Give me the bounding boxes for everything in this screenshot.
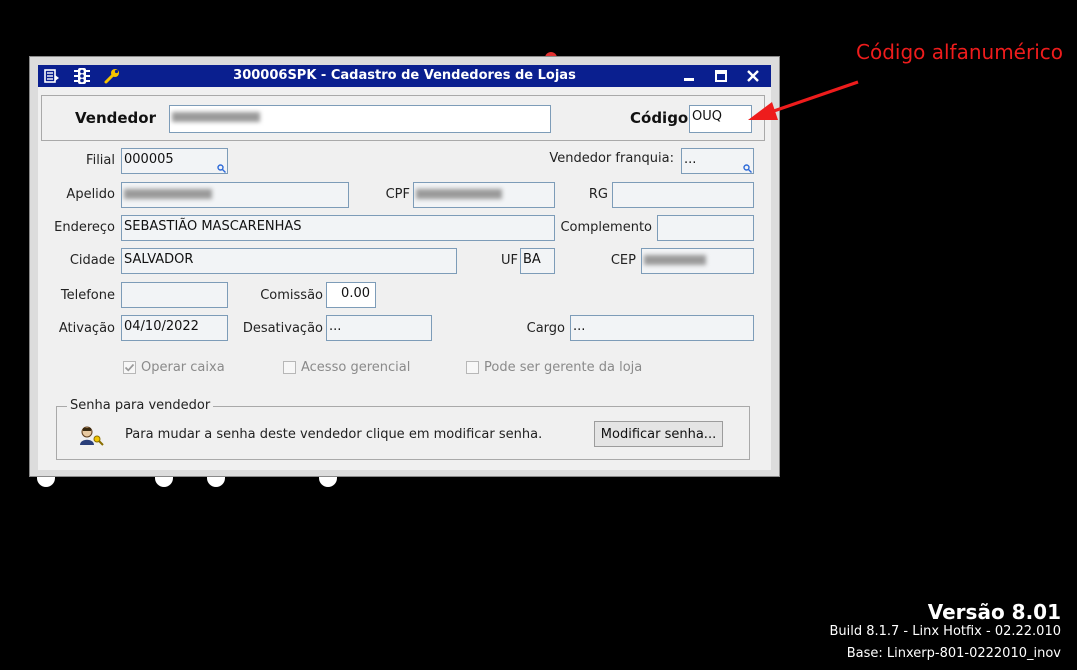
minimize-button[interactable] [677,66,701,86]
redacted-value [172,111,260,122]
modify-password-button[interactable]: Modificar senha... [594,421,723,447]
vendedor-franquia-value: ... [684,152,697,167]
cpf-field[interactable] [413,182,555,208]
ativacao-field[interactable]: 04/10/2022 [121,315,228,341]
cidade-label: Cidade [69,253,115,268]
redacted-value [644,254,706,265]
checkbox-checked-icon[interactable] [123,361,136,374]
comissao-label: Comissão [260,288,323,303]
redacted-value [416,188,502,199]
password-instructions: Para mudar a senha deste vendedor clique… [125,427,543,442]
password-group-legend: Senha para vendedor [67,398,214,413]
gerente-loja-label: Pode ser gerente da loja [484,360,643,375]
telefone-field[interactable] [121,282,228,308]
comissao-field[interactable]: 0.00 [326,282,376,308]
maximize-button[interactable] [709,66,733,86]
annotation-arrow-icon [748,80,859,120]
vendedor-name-field[interactable] [169,105,551,133]
apelido-label: Apelido [66,187,115,202]
build-label: Build 8.1.7 - Linx Hotfix - 02.22.010 [829,624,1061,639]
filial-value: 000005 [124,152,174,167]
vendor-registration-window: 300006SPK - Cadastro de Vendedores de Lo… [29,56,780,477]
annotation-text: Código alfanumérico [856,40,1064,64]
vendedor-label: Vendedor [75,109,156,127]
telefone-label: Telefone [60,288,115,303]
key-user-icon [78,423,104,451]
cargo-label: Cargo [526,321,565,336]
lookup-icon[interactable] [743,164,752,173]
gerente-loja-checkbox[interactable]: Pode ser gerente da loja [466,360,642,375]
window-title: 300006SPK - Cadastro de Vendedores de Lo… [233,68,576,83]
uf-label: UF [501,253,518,268]
title-bar[interactable]: 300006SPK - Cadastro de Vendedores de Lo… [38,65,771,87]
form-content: Vendedor Código OUQ Filial 000005 Vended… [38,87,771,470]
vendedor-franquia-field[interactable]: ... [681,148,754,174]
background-dot [207,477,225,487]
acesso-gerencial-checkbox[interactable]: Acesso gerencial [283,360,410,375]
redacted-value [124,188,212,199]
checkbox-unchecked-icon[interactable] [466,361,479,374]
acesso-gerencial-label: Acesso gerencial [301,360,411,375]
ativacao-label: Ativação [58,321,115,336]
base-label: Base: Linxerp-801-0222010_inov [846,646,1061,661]
password-group: Senha para vendedor Para mudar a senha d… [56,398,750,460]
codigo-label: Código [630,109,689,127]
background-dot [37,477,55,487]
vendedor-franquia-label: Vendedor franquia: [549,151,674,166]
desativacao-label: Desativação [242,321,323,336]
complemento-label: Complemento [560,220,652,235]
filial-label: Filial [86,153,115,168]
rg-field[interactable] [612,182,754,208]
cep-label: CEP [610,253,636,268]
cidade-field[interactable]: SALVADOR [121,248,457,274]
vendor-header-group: Vendedor Código OUQ [41,95,765,141]
version-label: Versão 8.01 [927,600,1061,624]
apelido-field[interactable] [121,182,349,208]
checkbox-unchecked-icon[interactable] [283,361,296,374]
cargo-field[interactable]: ... [570,315,754,341]
lookup-icon[interactable] [217,164,226,173]
complemento-field[interactable] [657,215,754,241]
operar-caixa-checkbox[interactable]: Operar caixa [123,360,225,375]
endereco-label: Endereço [54,220,115,235]
desativacao-field[interactable]: ... [326,315,432,341]
cpf-label: CPF [385,187,410,202]
filial-field[interactable]: 000005 [121,148,228,174]
operar-caixa-label: Operar caixa [141,360,225,375]
rg-label: RG [588,187,608,202]
background-dot [319,477,337,487]
uf-field[interactable]: BA [520,248,555,274]
background-dot [155,477,173,487]
cep-field[interactable] [641,248,754,274]
endereco-field[interactable]: SEBASTIÃO MASCARENHAS [121,215,555,241]
